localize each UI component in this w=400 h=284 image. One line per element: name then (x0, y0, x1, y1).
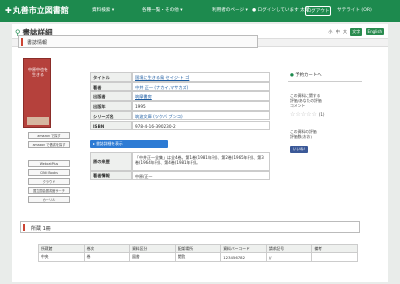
amazon-search-button[interactable]: amazon で探す (28, 132, 70, 139)
ndl-search-button[interactable]: 国立国会図書館サーチ (28, 187, 70, 194)
star-icon: ✚ (5, 6, 12, 15)
logout-button[interactable]: ログアウト (305, 6, 331, 16)
column-header: 所蔵館 (38, 244, 85, 253)
column-header: 資料区分 (129, 244, 176, 253)
holdings-table: 所蔵館 巻次 資料区分 配架場所 資料バーコード 請求記号 備考 中央 巻 図書… (38, 244, 358, 262)
field-publisher: 出版者 筑摩書房 (90, 91, 270, 102)
field-isbn: ISBN 978-4-16-390230-2 (90, 120, 270, 131)
webcatplus-button[interactable]: WebcatPlus (28, 160, 70, 167)
font-small[interactable]: 小 (328, 29, 332, 35)
column-header: 巻次 (83, 244, 131, 253)
nav-menu-user[interactable]: 利用者のページ ▾ (212, 7, 248, 13)
column-header: 配架場所 (174, 244, 222, 253)
holdings-header: 所蔵 1冊 (20, 221, 360, 233)
nav-menu-search[interactable]: 資料検索 ▾ (92, 7, 114, 13)
font-size-switcher: 小 中 大 文字 English (326, 28, 384, 36)
field-author: 著者 中井 正一 (ナカイ,マサカズ) (90, 81, 270, 92)
calil-button[interactable]: カーリル (28, 196, 70, 203)
field-title: タイトル 国境に生きる鳥 セイジ-ト ゴ (90, 72, 270, 82)
cover-band (27, 117, 49, 125)
nav-menu-lists[interactable]: 各種一覧・その他 ▾ (142, 7, 183, 13)
section-marker (21, 38, 23, 46)
book-cover-image: 中原中也を生きる (23, 58, 51, 128)
field-year: 出版年 1995 (90, 101, 270, 111)
cart-icon: ● (290, 73, 294, 78)
cloud-button[interactable]: クラウド (28, 178, 70, 185)
font-medium[interactable]: 中 (336, 29, 340, 35)
bib-info-header: 書誌情報 (18, 35, 258, 48)
satellite-link[interactable]: サテライト (OR) (337, 7, 372, 13)
font-large[interactable]: 大 (343, 29, 347, 35)
cinii-books-button[interactable]: CiNii Books (28, 169, 70, 176)
arrow-right-icon: ▸ (93, 141, 95, 146)
column-header: 備考 (311, 244, 358, 253)
like-button[interactable]: いいね! (290, 146, 308, 153)
font-button[interactable]: 文字 (350, 28, 363, 36)
amazon-used-button[interactable]: amazon で借書を探す (28, 141, 70, 148)
site-logo[interactable]: ✚丸善市立図書館 (5, 5, 69, 16)
column-header: 請求記号 (265, 244, 313, 253)
show-detail-button[interactable]: ▸ 書誌詳細を表示 (90, 140, 168, 148)
top-navigation-bar: ✚丸善市立図書館 資料検索 ▾ 各種一覧・その他 ▾ 利用者のページ ▾ ● ロ… (0, 0, 400, 22)
section-marker (23, 224, 25, 231)
column-header: 資料バーコード (220, 244, 267, 253)
login-status: ● ログインしています 太郎 (252, 8, 310, 13)
table-row: 中央 巻 図書 閲覧 123456782 // (38, 252, 358, 262)
lock-icon: ● (252, 8, 257, 13)
rating-stars[interactable]: ☆☆☆☆☆ (1) (290, 111, 324, 118)
field-series: シリーズ名 筑波文庫 (ツクバ ブンコ) (90, 110, 270, 121)
reserve-cart-link[interactable]: ● 予約カートへ (288, 71, 362, 82)
english-button[interactable]: English (365, 28, 384, 35)
